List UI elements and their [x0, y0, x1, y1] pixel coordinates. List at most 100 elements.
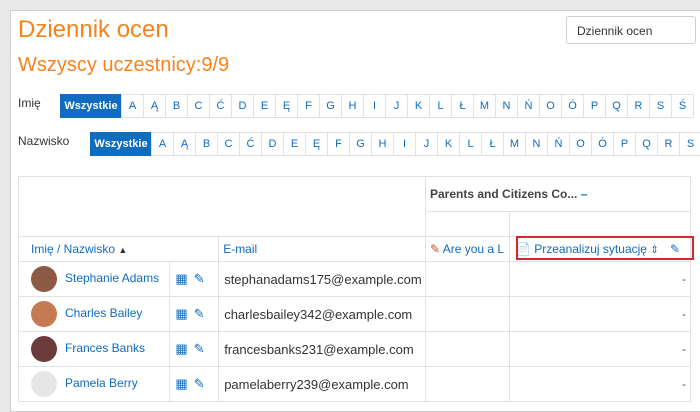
last-name-letter-12[interactable]: J	[415, 132, 438, 156]
first-name-letter-22[interactable]: Q	[605, 94, 628, 118]
first-name-all-button[interactable]: Wszystkie	[60, 94, 122, 118]
student-name-link[interactable]: Pamela Berry	[65, 376, 138, 390]
grade-cell-item2[interactable]: -	[508, 261, 692, 297]
last-name-letter-8[interactable]: F	[327, 132, 350, 156]
last-name-letter-1[interactable]: Ą	[173, 132, 196, 156]
student-actions: ▦ ✎	[169, 261, 220, 297]
first-name-letter-12[interactable]: J	[385, 94, 408, 118]
last-name-letter-bar: Wszystkie AĄBCĆDEĘFGHIJKLŁMNŃOÓPQRS	[90, 132, 700, 156]
edit-icon[interactable]: ✎	[194, 271, 205, 287]
edit-icon[interactable]: ✎	[194, 341, 205, 357]
email-cell: charlesbailey342@example.com	[218, 296, 426, 332]
last-name-letter-4[interactable]: Ć	[239, 132, 262, 156]
avatar	[31, 266, 57, 292]
first-name-letter-19[interactable]: O	[539, 94, 562, 118]
last-name-letter-17[interactable]: N	[525, 132, 548, 156]
table-row: Pamela Berry ▦ ✎ pamelaberry239@example.com…	[17, 366, 692, 402]
last-name-letter-5[interactable]: D	[261, 132, 284, 156]
first-name-letter-0[interactable]: A	[121, 94, 144, 118]
last-name-letter-13[interactable]: K	[437, 132, 460, 156]
last-name-letter-7[interactable]: Ę	[305, 132, 328, 156]
student-name-link[interactable]: Frances Banks	[65, 341, 145, 355]
first-name-letter-13[interactable]: K	[407, 94, 430, 118]
last-name-letter-10[interactable]: H	[371, 132, 394, 156]
last-name-letter-15[interactable]: Ł	[481, 132, 504, 156]
student-name-link[interactable]: Charles Bailey	[65, 306, 142, 320]
student-name-link[interactable]: Stephanie Adams	[65, 271, 159, 285]
first-name-letter-15[interactable]: Ł	[451, 94, 474, 118]
first-name-letter-14[interactable]: L	[429, 94, 452, 118]
grades-table: Parents and Citizens Co... – Imię / Nazw…	[17, 176, 692, 402]
last-name-letter-9[interactable]: G	[349, 132, 372, 156]
table-row: Charles Bailey ▦ ✎ charlesbailey342@example…	[17, 296, 692, 332]
last-name-letter-3[interactable]: C	[217, 132, 240, 156]
assignment-icon: ✎	[430, 242, 441, 256]
last-name-letter-11[interactable]: I	[393, 132, 416, 156]
first-name-letter-21[interactable]: P	[583, 94, 606, 118]
student-cell: Stephanie Adams	[17, 261, 171, 297]
table-icon[interactable]: ▦	[175, 376, 187, 392]
first-name-letter-7[interactable]: Ę	[275, 94, 298, 118]
grade-cell-item2[interactable]: -	[508, 366, 692, 402]
email-cell: stephanadams175@example.com	[218, 261, 426, 297]
edit-icon[interactable]: ✎	[194, 376, 205, 392]
name-column-header[interactable]: Imię / Nazwisko ▲	[17, 236, 220, 262]
first-name-letter-20[interactable]: Ó	[561, 94, 584, 118]
last-name-letter-6[interactable]: E	[283, 132, 306, 156]
first-name-letter-6[interactable]: E	[253, 94, 276, 118]
last-name-letter-20[interactable]: Ó	[591, 132, 614, 156]
first-name-letter-17[interactable]: N	[495, 94, 518, 118]
last-name-letter-24[interactable]: S	[679, 132, 700, 156]
grade-cell-item1[interactable]	[425, 331, 510, 367]
last-name-letter-23[interactable]: R	[657, 132, 680, 156]
last-name-letter-2[interactable]: B	[195, 132, 218, 156]
last-name-letter-0[interactable]: A	[151, 132, 174, 156]
item1-column-header[interactable]: ✎ Are you a L	[425, 236, 510, 262]
first-name-letter-8[interactable]: F	[297, 94, 320, 118]
first-name-letter-2[interactable]: B	[165, 94, 188, 118]
table-icon[interactable]: ▦	[175, 341, 187, 357]
participants-count: Wszyscy uczestnicy:9/9	[18, 54, 230, 76]
sort-asc-icon: ▲	[118, 245, 128, 255]
first-name-letter-18[interactable]: Ń	[517, 94, 540, 118]
grade-cell-item2[interactable]: -	[508, 296, 692, 332]
edit-icon[interactable]: ✎	[194, 306, 205, 322]
first-name-letter-11[interactable]: I	[363, 94, 386, 118]
first-name-letter-24[interactable]: S	[649, 94, 672, 118]
first-name-letter-16[interactable]: M	[473, 94, 496, 118]
student-actions: ▦ ✎	[169, 331, 220, 367]
highlight-box	[516, 236, 694, 260]
first-name-letter-3[interactable]: C	[187, 94, 210, 118]
last-name-letter-19[interactable]: O	[569, 132, 592, 156]
avatar	[31, 301, 57, 327]
grade-cell-item1[interactable]	[425, 366, 510, 402]
last-name-letter-22[interactable]: Q	[635, 132, 658, 156]
last-name-letter-16[interactable]: M	[503, 132, 526, 156]
page-title: Dziennik ocen	[18, 16, 169, 43]
grade-cell-item1[interactable]	[425, 296, 510, 332]
student-cell: Pamela Berry	[17, 366, 171, 402]
first-name-letter-9[interactable]: G	[319, 94, 342, 118]
table-icon[interactable]: ▦	[175, 306, 187, 322]
last-name-letter-14[interactable]: L	[459, 132, 482, 156]
first-name-letter-10[interactable]: H	[341, 94, 364, 118]
first-name-letter-25[interactable]: Ś	[671, 94, 694, 118]
table-row: Frances Banks ▦ ✎ francesbanks231@example.c…	[17, 331, 692, 367]
email-column-header[interactable]: E-mail	[218, 236, 426, 262]
first-name-letter-23[interactable]: R	[627, 94, 650, 118]
grade-cell-item1[interactable]	[425, 261, 510, 297]
first-name-letter-4[interactable]: Ć	[209, 94, 232, 118]
first-name-letter-5[interactable]: D	[231, 94, 254, 118]
first-name-letter-bar: Wszystkie AĄBCĆDEĘFGHIJKLŁMNŃOÓPQRSŚ	[60, 94, 694, 118]
table-icon[interactable]: ▦	[175, 271, 187, 287]
grade-cell-item2[interactable]: -	[508, 331, 692, 367]
collapse-icon[interactable]: –	[581, 187, 588, 201]
last-name-all-button[interactable]: Wszystkie	[90, 132, 152, 156]
first-name-letter-1[interactable]: Ą	[143, 94, 166, 118]
student-cell: Charles Bailey	[17, 296, 171, 332]
last-name-filter-label: Nazwisko	[18, 134, 70, 148]
last-name-letter-21[interactable]: P	[613, 132, 636, 156]
last-name-letter-18[interactable]: Ń	[547, 132, 570, 156]
avatar	[31, 336, 57, 362]
view-select[interactable]: Dziennik ocen	[566, 16, 696, 44]
